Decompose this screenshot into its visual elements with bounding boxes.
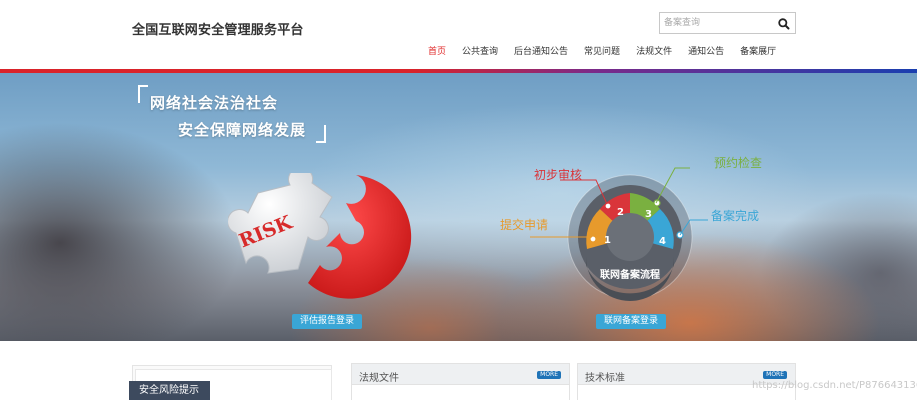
search-input[interactable] [664,15,774,31]
risk-tips-tab[interactable]: 安全风险提示 [129,381,210,400]
main-nav: 首页 公共查询 后台通知公告 常见问题 法规文件 通知公告 备案展厅 [420,46,784,58]
step-connectors [530,167,708,238]
regulations-panel-header: 法规文件 MORE [352,364,569,385]
tech-standards-panel-title: 技术标准 [585,373,625,384]
regulations-more-button[interactable]: MORE [537,371,561,379]
nav-item-faq[interactable]: 常见问题 [576,46,628,58]
filing-login-button[interactable]: 联网备案登录 [596,314,667,329]
watermark: https://blog.csdn.net/P876643136 [752,380,917,391]
search-box [659,12,796,34]
page: 全国互联网安全管理服务平台 首页 公共查询 后台通知公告 常见问题 法规文件 通… [0,0,917,400]
regulations-panel-title: 法规文件 [359,373,399,384]
nav-item-filing-hall[interactable]: 备案展厅 [732,46,784,58]
site-title[interactable]: 全国互联网安全管理服务平台 [132,19,304,38]
search-icon[interactable] [777,16,791,30]
nav-item-regulations[interactable]: 法规文件 [628,46,680,58]
hero-banner: 网络社会法治社会 安全保障网络发展 RISK 1 2 3 4 联网备案流程 初步… [0,73,917,341]
eval-report-login-button[interactable]: 评估报告登录 [292,314,363,329]
tech-standards-more-button[interactable]: MORE [763,371,787,379]
nav-item-public-query[interactable]: 公共查询 [454,46,506,58]
nav-item-backend-notices[interactable]: 后台通知公告 [506,46,576,58]
regulations-panel: 法规文件 MORE [351,363,570,400]
nav-item-notices[interactable]: 通知公告 [680,46,732,58]
nav-item-home[interactable]: 首页 [420,46,454,58]
